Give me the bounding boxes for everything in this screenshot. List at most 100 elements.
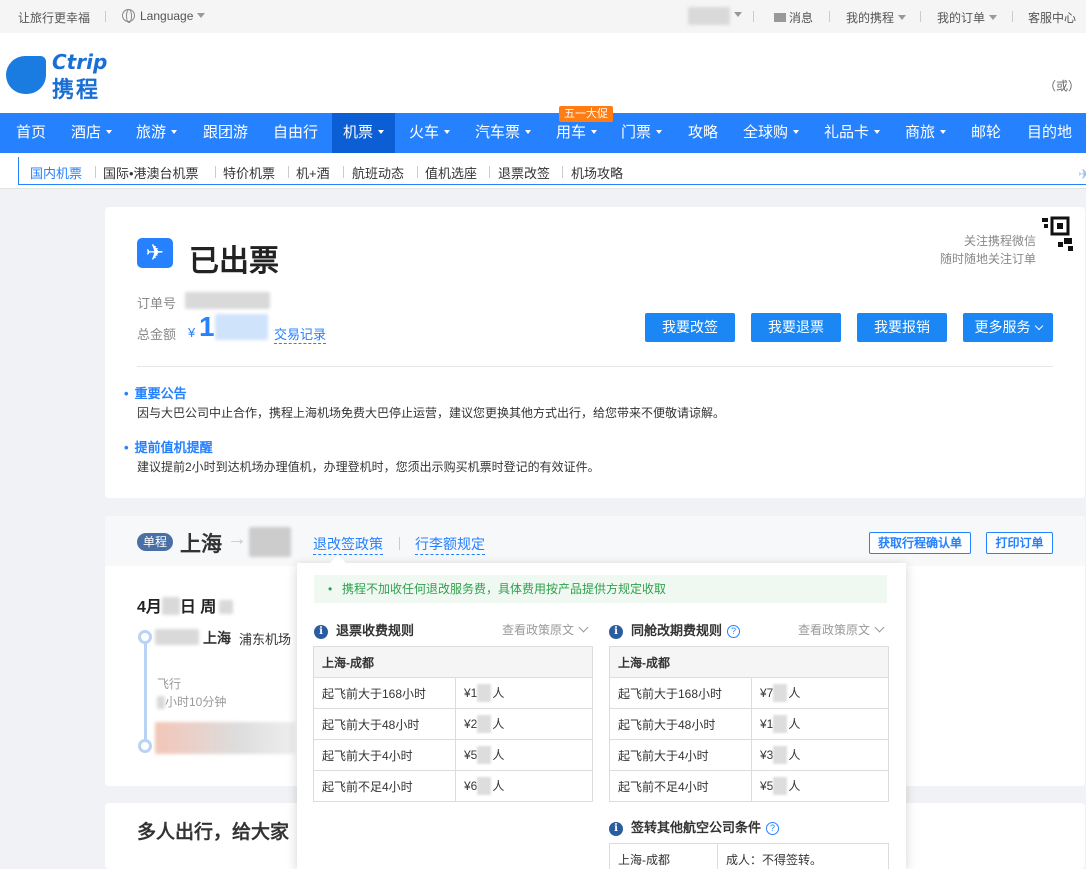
nav-item-independent[interactable]: 自由行 [273,113,318,153]
divider [417,166,418,178]
sub-nav: 国内机票 国际•港澳台机票 特价机票 机+酒 航班动态 值机选座 退票改签 机场… [0,153,1086,189]
timeline-line [144,640,147,746]
table-row: 起飞前不足4小时 ¥6 人 [313,770,593,802]
chevron-down-icon [525,130,532,134]
divider [920,11,921,22]
table-row: 上海-成都 成人：不得签转。 [609,843,889,869]
nav-item-bus[interactable]: 汽车票 [475,113,532,153]
trade-record-link[interactable]: 交易记录 [274,324,327,344]
chevron-down-icon [444,130,451,134]
notice-title: 重要公告 [124,383,187,402]
divider [288,166,289,178]
help-icon: ? [766,822,780,835]
service-fee-tip: 携程不加收任何退改服务费，具体费用按产品提供方规定收取 [314,575,887,603]
chevron-down-icon [197,13,206,18]
refund-policy-link[interactable]: 退改签政策 [313,534,383,555]
nav-item-cruise[interactable]: 邮轮 [971,113,1001,153]
my-orders-menu[interactable]: 我的订单 [937,9,998,26]
print-order-button[interactable]: 打印订单 [986,532,1053,554]
nav-item-hotel[interactable]: 酒店 [71,113,113,153]
info-icon: i [609,625,623,639]
chevron-down-icon [898,15,907,20]
total-amount-label: 总金额 [137,327,177,342]
nav-item-global-shop[interactable]: 全球购 [743,113,800,153]
subnav-special[interactable]: 特价机票 [223,163,275,182]
divider [215,166,216,178]
order-number-label: 订单号 [137,296,177,311]
total-amount: 1 [199,311,215,342]
nav-item-home[interactable]: 首页 [16,113,46,153]
username-redacted [688,7,730,25]
notice-body: 因与大巴公司中止合作，携程上海机场免费大巴停止运营，建议您更换其他方式出行，给您… [137,406,726,420]
divider [343,166,344,178]
messages-link[interactable]: 消息 [774,9,813,26]
chevron-down-icon [378,130,385,134]
nav-item-travel[interactable]: 旅游 [136,113,178,153]
plane-ticket-icon: ✈ [137,238,173,268]
refund-rules-title: i 退票收费规则 [314,620,414,639]
subnav-airport-guide[interactable]: 机场攻略 [571,163,623,182]
subnav-refund-change[interactable]: 退票改签 [498,163,550,182]
timeline-dot [138,630,152,644]
reimburse-button[interactable]: 我要报销 [857,313,947,342]
nav-item-business[interactable]: 商旅 [905,113,947,153]
table-row: 上海-成都 [313,646,593,678]
subnav-flight-status[interactable]: 航班动态 [352,163,404,182]
nav-item-guides[interactable]: 攻略 [688,113,718,153]
chevron-down-icon [656,130,663,134]
depart-time-redacted [155,629,199,645]
route-from-city: 上海 [180,533,222,556]
nav-item-group-tour[interactable]: 跟团游 [203,113,248,153]
trip-type-badge: 单程 [137,533,173,551]
amount-redacted [215,314,268,340]
username-menu[interactable] [688,7,742,25]
depart-airport: 浦东机场 [239,632,292,647]
refund-ticket-button[interactable]: 我要退票 [751,313,841,342]
nav-item-flights[interactable]: 机票 [332,113,396,153]
change-rules-title: i 同舱改期费规则? [609,620,741,639]
divider [1012,11,1013,22]
view-policy-original-link[interactable]: 查看政策原文 [502,621,589,638]
table-row: 起飞前大于168小时 ¥7 人 [609,677,889,709]
nav-item-destination[interactable]: 目的地 [1027,113,1072,153]
dolphin-logo-icon [6,56,46,94]
ctrip-logo[interactable]: Ctrip 携程 [6,50,126,102]
route-arrow-icon: → [227,528,247,550]
chevron-down-icon [989,15,998,20]
table-row: 起飞前大于48小时 ¥1 人 [609,708,889,740]
table-row: 起飞前大于168小时 ¥1 人 [313,677,593,709]
change-ticket-button[interactable]: 我要改签 [645,313,735,342]
chevron-down-icon [793,130,800,134]
nav-item-tickets[interactable]: 门票 [621,113,663,153]
table-row: 起飞前大于48小时 ¥2 人 [313,708,593,740]
nav-item-train[interactable]: 火车 [409,113,451,153]
promo-badge: 五一大促 [559,106,613,122]
divider [489,166,490,178]
language-selector[interactable]: Language [122,9,206,23]
chevron-down-icon [171,130,178,134]
chevron-down-icon [591,130,598,134]
view-policy-original-link[interactable]: 查看政策原文 [798,621,885,638]
my-ctrip-menu[interactable]: 我的携程 [846,9,907,26]
chevron-down-icon [874,130,881,134]
subnav-checkin[interactable]: 值机选座 [425,163,477,182]
service-center-link[interactable]: 客服中心 [1028,9,1076,26]
site-header: Ctrip 携程 （或） [0,33,1086,113]
flight-date: 4月日 周 [137,593,234,617]
more-services-button[interactable]: 更多服务 [963,313,1053,342]
subnav-domestic[interactable]: 国内机票 [30,163,82,182]
help-icon: ? [727,625,741,638]
subnav-flight-hotel[interactable]: 机+酒 [296,163,330,182]
get-itinerary-button[interactable]: 获取行程确认单 [869,532,971,554]
qr-code-icon[interactable] [1040,216,1076,252]
top-utility-bar: 让旅行更幸福 Language 消息 我的携程 我的订单 客服中心 [0,0,1086,33]
globe-icon [122,9,135,23]
divider [95,166,96,178]
divider [753,11,754,22]
baggage-policy-link[interactable]: 行李额规定 [415,534,485,555]
nav-item-gift-card[interactable]: 礼品卡 [824,113,881,153]
subnav-international[interactable]: 国际•港澳台机票 [103,163,199,182]
endorse-rules-title: i 签转其他航空公司条件? [609,817,780,836]
refund-policy-popup: 携程不加收任何退改服务费，具体费用按产品提供方规定收取 i退票收费规则 查看政策… [297,563,906,869]
info-icon: i [314,625,328,639]
